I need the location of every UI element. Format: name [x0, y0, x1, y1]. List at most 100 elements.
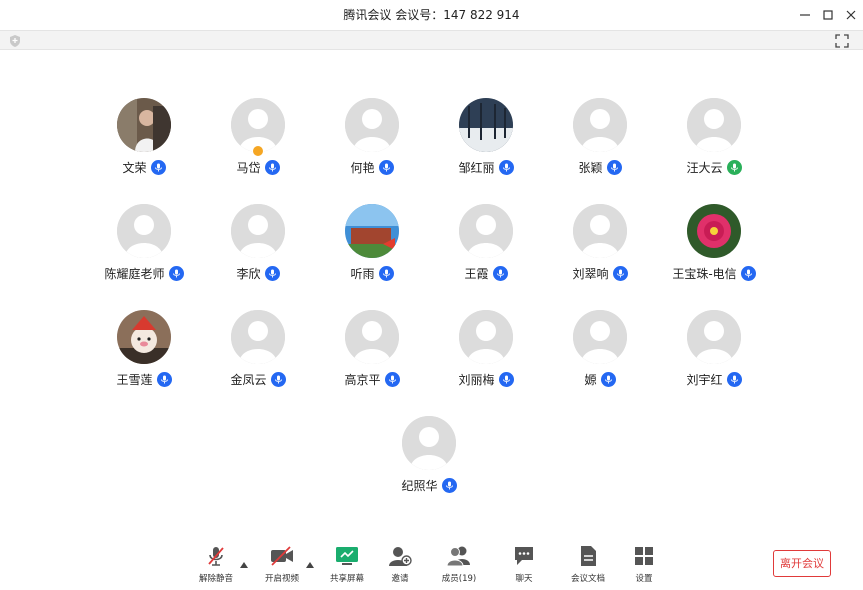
- share-screen-button[interactable]: 共享屏幕: [317, 544, 377, 586]
- participant-tile[interactable]: 听雨: [317, 204, 427, 294]
- participant-tile[interactable]: 王宝珠-电信: [659, 204, 769, 294]
- avatar: [573, 98, 627, 152]
- mic-icon: [740, 265, 756, 281]
- participant-tile[interactable]: 何艳: [317, 98, 427, 188]
- invite-button[interactable]: 邀请: [370, 544, 430, 586]
- members-button[interactable]: 成员(19): [429, 544, 489, 586]
- close-icon: [846, 10, 856, 20]
- mic-icon: [168, 265, 184, 281]
- participant-tile[interactable]: 张颖: [545, 98, 655, 188]
- document-icon: [581, 546, 596, 566]
- fullscreen-icon[interactable]: [835, 33, 849, 48]
- mic-icon: [264, 265, 280, 281]
- mic-icon: [498, 159, 514, 175]
- minimize-icon: [800, 14, 810, 16]
- host-badge-icon: [252, 145, 264, 157]
- mic-icon: [378, 159, 394, 175]
- participant-name: 听雨: [350, 266, 375, 281]
- participant-tile[interactable]: 邹红丽: [431, 98, 541, 188]
- avatar: [459, 310, 513, 364]
- participant-name: 王雪莲: [116, 372, 153, 387]
- avatar: [345, 204, 399, 258]
- minimize-button[interactable]: [796, 6, 814, 24]
- participant-name: 李欣: [236, 266, 261, 281]
- participant-tile[interactable]: 陈耀庭老师: [89, 204, 199, 294]
- chat-button[interactable]: 聊天: [494, 544, 554, 586]
- avatar: [117, 98, 171, 152]
- participant-tile[interactable]: 王霞: [431, 204, 541, 294]
- add-user-icon: [389, 547, 412, 566]
- video-off-icon: [271, 546, 293, 566]
- participant-name: 张颖: [578, 160, 603, 175]
- close-button[interactable]: [842, 6, 860, 24]
- meeting-toolbar: 解除静音 开启视频 共享屏幕 邀请 成员(19) 聊天 会议文档 设置 离开会议: [0, 540, 863, 590]
- unmute-button[interactable]: 解除静音: [186, 544, 246, 586]
- mic-icon: [441, 477, 457, 493]
- mic-icon: [492, 265, 508, 281]
- avatar: [687, 98, 741, 152]
- participant-tile[interactable]: 李欣: [203, 204, 313, 294]
- participant-name: 汪大云: [686, 160, 723, 175]
- audio-options-caret[interactable]: [240, 553, 248, 568]
- participant-tile[interactable]: 刘宇红: [659, 310, 769, 400]
- maximize-button[interactable]: [819, 6, 837, 24]
- mic-icon: [600, 371, 616, 387]
- security-shield-icon[interactable]: [8, 33, 22, 47]
- chat-label: 聊天: [515, 574, 533, 584]
- participant-tile[interactable]: 纪照华: [374, 416, 484, 506]
- mic-icon: [270, 371, 286, 387]
- start-video-button[interactable]: 开启视频: [252, 544, 312, 586]
- participant-name: 邹红丽: [458, 160, 495, 175]
- participant-tile[interactable]: 马岱: [203, 98, 313, 188]
- video-options-caret[interactable]: [306, 553, 314, 568]
- maximize-icon: [823, 10, 833, 20]
- participant-tile[interactable]: 刘丽梅: [431, 310, 541, 400]
- mic-icon: [726, 371, 742, 387]
- avatar: [459, 98, 513, 152]
- participant-tile[interactable]: 刘翠响: [545, 204, 655, 294]
- participant-tile[interactable]: 文荣: [89, 98, 199, 188]
- invite-label: 邀请: [391, 574, 409, 584]
- leave-meeting-button[interactable]: 离开会议: [773, 550, 831, 577]
- participant-name: 刘翠响: [572, 266, 609, 281]
- mic-icon: [150, 159, 166, 175]
- settings-label: 设置: [635, 574, 653, 584]
- meeting-docs-label: 会议文档: [570, 574, 605, 584]
- participant-tile[interactable]: 嫄: [545, 310, 655, 400]
- participant-tile[interactable]: 高京平: [317, 310, 427, 400]
- mic-icon: [384, 371, 400, 387]
- participant-name: 何艳: [350, 160, 375, 175]
- avatar: [231, 204, 285, 258]
- participant-name: 刘丽梅: [458, 372, 495, 387]
- participant-tile[interactable]: 金凤云: [203, 310, 313, 400]
- settings-button[interactable]: 设置: [614, 544, 674, 586]
- participant-name: 嫄: [584, 372, 597, 387]
- share-screen-icon: [336, 547, 358, 565]
- avatar: [117, 310, 171, 364]
- meeting-docs-button[interactable]: 会议文档: [558, 544, 618, 586]
- participant-tile[interactable]: 汪大云: [659, 98, 769, 188]
- mic-muted-icon: [208, 547, 224, 566]
- avatar: [687, 310, 741, 364]
- info-bar: [0, 30, 863, 50]
- avatar: [231, 310, 285, 364]
- chat-icon: [515, 547, 533, 565]
- participant-name: 陈耀庭老师: [104, 266, 165, 281]
- mic-icon: [498, 371, 514, 387]
- avatar: [573, 310, 627, 364]
- mic-icon: [612, 265, 628, 281]
- members-icon: [446, 546, 470, 567]
- avatar: [345, 98, 399, 152]
- members-label: 成员(19): [441, 574, 477, 584]
- avatar: [459, 204, 513, 258]
- start-video-label: 开启视频: [264, 574, 299, 584]
- caret-up-icon: [306, 562, 314, 568]
- caret-up-icon: [240, 562, 248, 568]
- participant-name: 文荣: [122, 160, 147, 175]
- window-title: 腾讯会议 会议号：147 822 914: [343, 8, 520, 22]
- mic-speaking-icon: [726, 159, 742, 175]
- grid-settings-icon: [635, 547, 653, 565]
- participant-tile[interactable]: 王雪莲: [89, 310, 199, 400]
- avatar: [345, 310, 399, 364]
- avatar: [573, 204, 627, 258]
